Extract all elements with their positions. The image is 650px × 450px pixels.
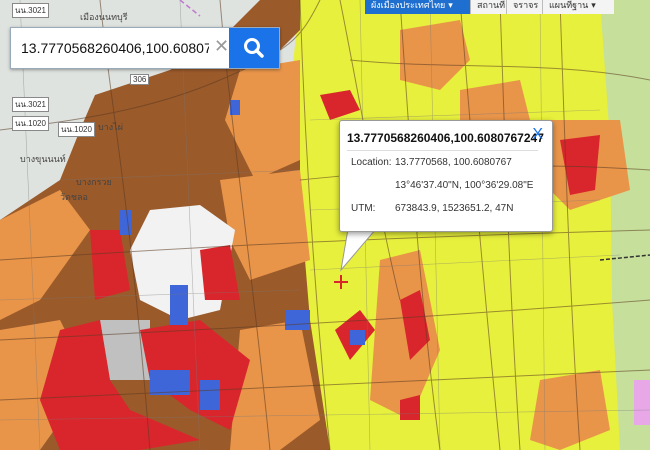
search-box: ✕ xyxy=(10,27,280,69)
dms-value: 13°46'37.40"N, 100°36'29.08"E xyxy=(395,180,534,191)
popup-pointer xyxy=(340,228,378,272)
coordinate-popup: 13.7770568260406,100.6080767247 X Locati… xyxy=(339,120,553,232)
place-label: เมืองนนทบุรี xyxy=(80,12,128,22)
basemap-button[interactable]: แผนที่ฐาน ▾ xyxy=(542,0,614,14)
road-shield: นน.3021 xyxy=(12,3,49,18)
caret-down-icon: ▾ xyxy=(591,1,596,11)
search-input[interactable] xyxy=(21,28,209,68)
search-button[interactable] xyxy=(229,28,279,68)
caret-down-icon: ▾ xyxy=(448,1,453,11)
search-icon xyxy=(244,38,264,58)
location-label: Location: xyxy=(351,157,392,168)
traffic-button[interactable]: จราจร xyxy=(506,0,542,14)
basemap-label: แผนที่ฐาน xyxy=(549,1,589,11)
close-icon[interactable]: X xyxy=(532,126,543,144)
road-shield: นน.3021 xyxy=(12,97,49,112)
government-zone xyxy=(350,330,365,345)
close-icon[interactable]: ✕ xyxy=(214,36,229,58)
government-zone xyxy=(200,380,220,410)
utm-value: 673843.9, 1523651.2, 47N xyxy=(395,203,514,214)
location-value: 13.7770568, 100.6080767 xyxy=(395,157,512,168)
layer-dropdown-label: ผังเมืองประเทศไทย xyxy=(371,1,446,11)
popup-divider xyxy=(347,150,538,151)
popup-title: 13.7770568260406,100.6080767247 xyxy=(347,131,544,145)
place-label: บางไผ่ xyxy=(98,122,123,132)
road-shield: 306 xyxy=(130,74,150,85)
map-toolbar: ผังเมืองประเทศไทย ▾ สถานที่ จราจร แผนที่… xyxy=(365,0,614,14)
place-label: บางกรวย xyxy=(76,177,112,187)
places-button[interactable]: สถานที่ xyxy=(470,0,506,14)
utm-label: UTM: xyxy=(351,203,376,214)
road-shield: นน.1020 xyxy=(12,116,49,131)
government-zone xyxy=(285,310,310,330)
place-label: บางขุนนนท์ xyxy=(20,154,66,164)
layer-dropdown[interactable]: ผังเมืองประเทศไทย ▾ xyxy=(365,0,470,14)
government-zone xyxy=(170,285,188,325)
government-zone xyxy=(120,210,132,235)
place-label: วัดชลอ xyxy=(60,192,88,202)
road-shield: นน.1020 xyxy=(58,122,95,137)
industrial-zone xyxy=(634,380,650,425)
